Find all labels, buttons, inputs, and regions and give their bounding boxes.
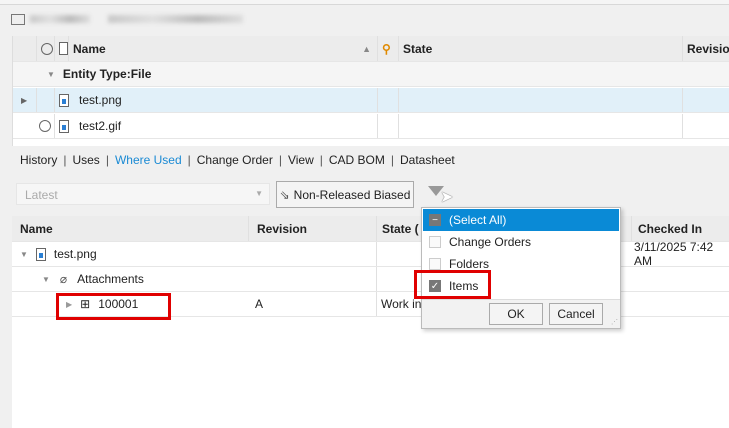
where-used-grid: Name Revision State ( Checked In ▼ test.p… — [12, 216, 729, 428]
top-toolbar — [0, 0, 729, 5]
column-revision[interactable]: Revision — [249, 216, 377, 241]
highlight-box-items-option — [414, 270, 491, 299]
folder-icon — [11, 14, 25, 25]
table-row[interactable]: ▼ ⌀ Attachments — [12, 267, 729, 292]
grid-header: Name▲ ⚲ State Revision — [13, 36, 729, 62]
cancel-button[interactable]: Cancel — [549, 303, 603, 325]
checkbox[interactable] — [429, 258, 441, 270]
file-icon — [59, 42, 68, 55]
highlight-box-item — [56, 293, 171, 320]
non-released-biased-button[interactable]: ⇘ Non-Released Biased — [276, 181, 414, 208]
column-state[interactable]: State — [399, 36, 683, 61]
tab-uses[interactable]: Uses — [72, 153, 99, 167]
collapse-icon: ▼ — [42, 274, 50, 284]
checkbox-partial-icon[interactable]: − — [429, 214, 441, 226]
table-row[interactable]: test2.gif — [13, 114, 729, 139]
collapse-icon: ▼ — [47, 69, 55, 79]
bias-icon: ⇘ — [279, 187, 290, 202]
paperclip-icon: ⌀ — [59, 272, 68, 286]
table-row[interactable]: ▼ test.png 3/11/2025 7:42 AM — [12, 240, 729, 268]
tab-cad-bom[interactable]: CAD BOM — [329, 153, 385, 167]
select-circle-icon[interactable] — [39, 120, 51, 132]
chevron-down-icon: ▼ — [255, 189, 263, 198]
tab-datasheet[interactable]: Datasheet — [400, 153, 455, 167]
resize-grip-icon[interactable]: ⋰ — [611, 318, 618, 326]
filter-popup: − (Select All) Change Orders Folders ✓ Ite… — [421, 207, 621, 329]
select-circle-icon[interactable] — [41, 42, 53, 55]
checkbox[interactable] — [429, 236, 441, 248]
group-row[interactable]: ▼ Entity Type:File — [13, 62, 729, 87]
files-grid: Name▲ ⚲ State Revision ▼Entity Type:File… — [12, 36, 729, 146]
option-select-all[interactable]: − (Select All) — [423, 209, 619, 231]
column-checked-in[interactable]: Checked In — [632, 216, 729, 241]
column-revision[interactable]: Revision — [683, 36, 729, 61]
collapse-icon: ▼ — [20, 249, 28, 259]
image-file-icon — [59, 93, 69, 107]
table-row[interactable]: ▶ test.png — [13, 88, 729, 113]
tab-change-order[interactable]: Change Order — [197, 153, 273, 167]
image-file-icon — [59, 119, 69, 133]
folder-path-blurred — [30, 15, 90, 23]
tab-where-used[interactable]: Where Used — [115, 153, 182, 167]
mouse-cursor-icon: ➤ — [440, 189, 454, 206]
detail-tabs: History | Uses | Where Used | Change Order |… — [20, 153, 455, 167]
sort-asc-icon: ▲ — [362, 43, 371, 54]
image-file-icon — [35, 247, 46, 261]
tab-view[interactable]: View — [288, 153, 314, 167]
path-blurred — [108, 15, 243, 23]
lock-status-icon: ⚲ — [382, 41, 391, 56]
column-name[interactable]: Name — [12, 216, 249, 241]
version-select[interactable]: Latest ▼ — [16, 183, 270, 205]
tab-history[interactable]: History — [20, 153, 57, 167]
column-name[interactable]: Name ▲ — [69, 36, 378, 61]
ok-button[interactable]: OK — [489, 303, 543, 325]
option-change-orders[interactable]: Change Orders — [423, 231, 619, 253]
